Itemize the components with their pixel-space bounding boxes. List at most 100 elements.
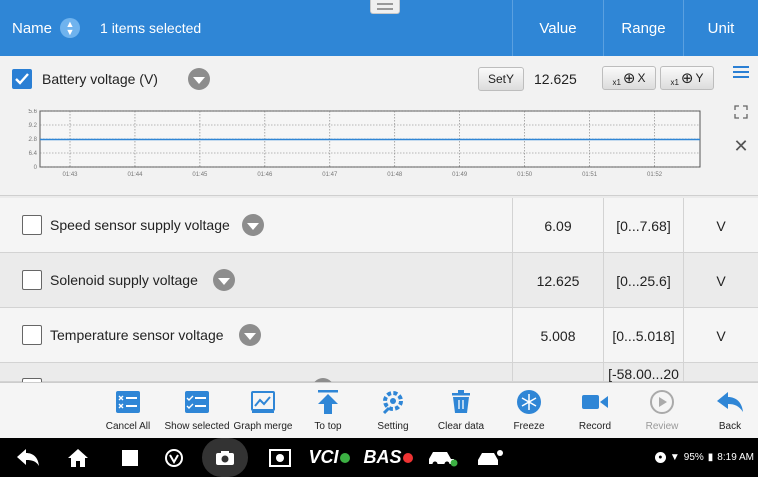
bas-disconnected-indicator xyxy=(402,452,413,463)
value-column-header: Value xyxy=(512,0,603,56)
zoom-y-multiplier: x1 xyxy=(670,77,679,87)
zoom-x-multiplier: x1 xyxy=(612,77,621,87)
wifi-icon: ▼ xyxy=(669,452,680,463)
y-tick-label: 6.4 xyxy=(29,151,38,157)
zoom-in-icon: ⊕ xyxy=(680,70,694,87)
row-checkbox[interactable] xyxy=(22,215,42,235)
browser-icon[interactable] xyxy=(156,438,192,477)
battery-voltage-checkbox[interactable] xyxy=(12,69,32,89)
camera-button-bg xyxy=(202,438,248,477)
nav-recents-icon[interactable] xyxy=(112,438,148,477)
fullscreen-icon[interactable] xyxy=(730,101,752,123)
battery-icon: ▮ xyxy=(707,452,714,463)
row-unit: V xyxy=(683,308,758,363)
camera-icon[interactable] xyxy=(200,438,250,477)
to-top-icon xyxy=(313,387,343,417)
x-tick-label: 01:46 xyxy=(257,172,273,178)
zoom-in-icon: ⊕ xyxy=(622,70,636,87)
name-column-header[interactable]: Name ▲ ▼ 1 items selected xyxy=(0,0,512,56)
y-tick-label: 12.8 xyxy=(28,137,38,143)
row-unit: V xyxy=(683,253,758,308)
freeze-button[interactable]: Freeze xyxy=(493,387,565,437)
zoom-y-button[interactable]: x1 ⊕ Y xyxy=(660,66,714,90)
status-area: ● ▼ 95% ▮ 8:19 AM xyxy=(654,438,754,477)
car-connection-icon[interactable] xyxy=(420,438,464,477)
row-range: [0...25.6] xyxy=(603,253,683,308)
record-icon xyxy=(580,387,610,417)
app-root: Name ▲ ▼ 1 items selected Value Range Uni… xyxy=(0,0,758,477)
row-range: [0...7.68] xyxy=(603,198,683,253)
back-icon xyxy=(715,387,745,417)
graph-row: Battery voltage (V) SetY 12.625 x1 ⊕ X x… xyxy=(0,56,758,196)
row-checkbox[interactable] xyxy=(22,270,42,290)
notification-icon: ● xyxy=(654,452,666,463)
show-selected-icon xyxy=(182,387,212,417)
zoom-x-label: X xyxy=(637,71,646,85)
sety-button[interactable]: SetY xyxy=(478,67,524,91)
bas-status-icon[interactable]: BAS xyxy=(360,438,416,477)
vci-connected-indicator xyxy=(339,452,350,463)
to-top-button[interactable]: To top xyxy=(292,387,364,437)
row-range: [-58.00...20 xyxy=(603,363,683,382)
cancel-all-icon xyxy=(113,387,143,417)
x-tick-label: 01:48 xyxy=(387,172,403,178)
review-icon xyxy=(647,387,677,417)
x-tick-label: 01:45 xyxy=(192,172,208,178)
row-unit: V xyxy=(683,198,758,253)
zoom-y-label: Y xyxy=(695,71,704,85)
table-row[interactable]: [-58.00...20 xyxy=(0,363,758,400)
x-tick-label: 01:49 xyxy=(452,172,468,178)
battery-level: 95% xyxy=(683,452,704,463)
setting-button[interactable]: Setting xyxy=(357,387,429,437)
freeze-icon xyxy=(514,387,544,417)
back-button[interactable]: Back xyxy=(694,387,758,437)
x-tick-label: 01:43 xyxy=(62,172,78,178)
battery-voltage-value: 12.625 xyxy=(534,71,577,87)
expand-dropdown-icon[interactable] xyxy=(213,269,235,291)
graph-merge-button[interactable]: Graph merge xyxy=(227,387,299,437)
nav-back-icon[interactable] xyxy=(10,438,46,477)
checkmark-icon xyxy=(15,73,29,85)
row-label: Temperature sensor voltage xyxy=(50,327,224,343)
expand-dropdown-icon[interactable] xyxy=(239,324,261,346)
row-value: 12.625 xyxy=(512,253,603,308)
system-nav-bar: VCI BAS ● ▼ 95% ▮ 8:19 AM xyxy=(0,438,758,477)
table-row[interactable]: Temperature sensor voltage 5.008 [0...5.01… xyxy=(0,308,758,363)
expand-dropdown-icon[interactable] xyxy=(242,214,264,236)
clock: 8:19 AM xyxy=(717,452,754,463)
remote-car-icon[interactable] xyxy=(470,438,510,477)
expand-dropdown-icon[interactable] xyxy=(188,68,210,90)
close-icon[interactable]: ✕ xyxy=(730,135,752,157)
screenshot-icon[interactable] xyxy=(262,438,298,477)
x-tick-label: 01:44 xyxy=(127,172,143,178)
nav-home-icon[interactable] xyxy=(60,438,96,477)
battery-voltage-chart: 25.6 19.2 12.8 6.4 0 01:43 01:44 01:45 01:46 01:4… xyxy=(28,109,701,178)
cancel-all-button[interactable]: Cancel All xyxy=(92,387,164,437)
row-label: Solenoid supply voltage xyxy=(50,272,198,288)
row-value: 6.09 xyxy=(512,198,603,253)
graph-merge-icon xyxy=(248,387,278,417)
drag-handle[interactable] xyxy=(370,0,400,14)
row-value xyxy=(512,363,603,382)
row-label: Speed sensor supply voltage xyxy=(50,217,230,233)
menu-icon[interactable] xyxy=(730,61,752,83)
bottom-toolbar: Cancel All Show selected Graph merge To … xyxy=(0,382,758,438)
vci-status-icon[interactable]: VCI xyxy=(302,438,356,477)
table-row[interactable]: Solenoid supply voltage 12.625 [0...25.6] V xyxy=(0,253,758,308)
clear-data-icon xyxy=(446,387,476,417)
clear-data-button[interactable]: Clear data xyxy=(425,387,497,437)
review-button[interactable]: Review xyxy=(626,387,698,437)
x-tick-label: 01:52 xyxy=(647,172,663,178)
zoom-x-button[interactable]: x1 ⊕ X xyxy=(602,66,656,90)
x-tick-label: 01:47 xyxy=(322,172,338,178)
unit-column-header: Unit xyxy=(683,0,758,56)
y-tick-label: 25.6 xyxy=(28,109,38,115)
row-checkbox[interactable] xyxy=(22,325,42,345)
row-unit xyxy=(683,363,758,382)
record-button[interactable]: Record xyxy=(559,387,631,437)
table-row[interactable]: Speed sensor supply voltage 6.09 [0...7.68… xyxy=(0,198,758,253)
y-tick-label: 0 xyxy=(34,165,38,171)
row-range: [0...5.018] xyxy=(603,308,683,363)
show-selected-button[interactable]: Show selected xyxy=(161,387,233,437)
sort-icon[interactable]: ▲ ▼ xyxy=(60,18,81,38)
